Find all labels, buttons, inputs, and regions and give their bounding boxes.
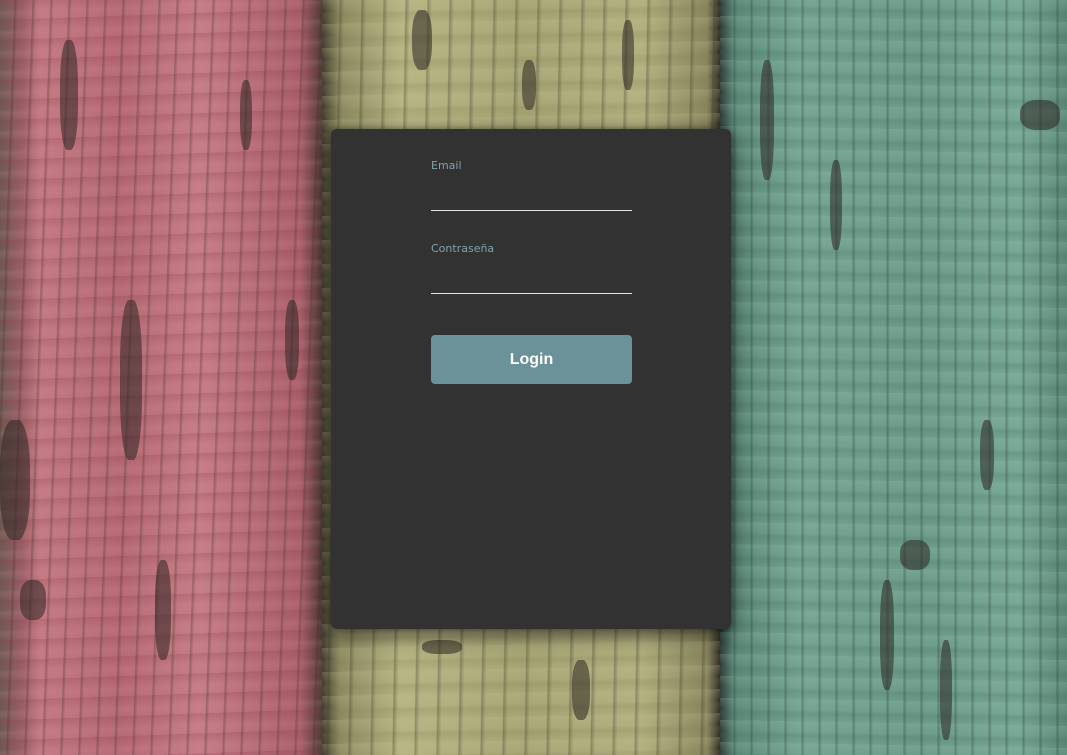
teal-wood-plank: [720, 0, 1067, 755]
red-wood-plank: [0, 0, 322, 755]
password-input[interactable]: [431, 272, 632, 294]
password-field-group: Contraseña: [431, 242, 632, 294]
email-input[interactable]: [431, 189, 632, 211]
login-card: Email Contraseña Login: [331, 129, 731, 629]
login-button[interactable]: Login: [431, 335, 632, 384]
email-label: Email: [431, 159, 462, 172]
email-field-group: Email: [431, 159, 632, 211]
password-label: Contraseña: [431, 242, 495, 255]
